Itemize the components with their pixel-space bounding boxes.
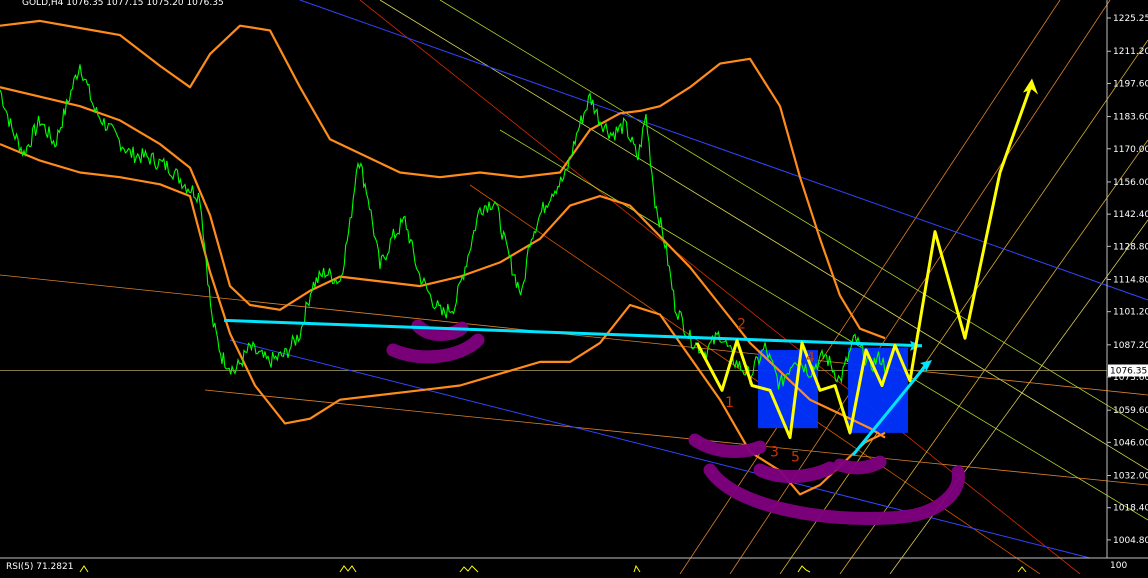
y-tick-label-7: 1128.80 xyxy=(1113,242,1148,252)
y-tick-label-8: 1114.80 xyxy=(1113,275,1148,285)
highlight-mark-4 xyxy=(753,461,837,484)
wave-label-4: 4 xyxy=(806,350,815,366)
y-tick-label-3: 1183.60 xyxy=(1113,113,1148,123)
chart-header-text: GOLD,H4 1076.35 1077.15 1075.20 1076.35 xyxy=(22,0,224,8)
projection-arrowhead xyxy=(1023,78,1038,95)
y-tick-label-14: 1032.00 xyxy=(1113,472,1148,482)
bollinger-bands xyxy=(0,19,886,496)
highlight-mark-0 xyxy=(386,333,485,364)
y-tick-label-10: 1087.20 xyxy=(1113,341,1148,351)
wave-label-1: 1 xyxy=(725,395,734,411)
consolidation-rectangles xyxy=(758,347,908,433)
current-price-label: 1076.35 xyxy=(1110,367,1147,377)
wave-label-5: 5 xyxy=(791,449,800,465)
y-tick-label-4: 1170.00 xyxy=(1113,145,1148,155)
y-tick-label-0: 1225.25 xyxy=(1113,14,1148,24)
current-price-marker: 1076.35 xyxy=(1108,364,1148,377)
highlight-mark-2 xyxy=(688,433,767,458)
highlight-mark-3 xyxy=(703,463,966,526)
y-tick-label-9: 1101.20 xyxy=(1113,308,1148,318)
rsi-label: RSI(5) 71.2821 xyxy=(6,562,73,572)
highlight-mark-5 xyxy=(833,455,887,475)
rsi-indicator-line xyxy=(79,564,1027,573)
y-tick-label-16: 1004.80 xyxy=(1113,536,1148,546)
y-tick-label-1: 1211.20 xyxy=(1113,47,1148,57)
fan-line-6 xyxy=(729,0,1111,575)
bollinger-lower xyxy=(0,143,886,496)
neckline-line xyxy=(223,318,923,348)
y-tick-label-6: 1142.40 xyxy=(1113,210,1148,220)
channel-line-lower xyxy=(229,339,1091,559)
fan-line-11 xyxy=(204,389,1148,486)
channel-line-upper xyxy=(299,0,1148,301)
fan-line-1 xyxy=(469,184,1041,575)
price-chart[interactable]: 1 2 3 4 5 GOLD,H4 1076.35 1077.15 1075.20 10… xyxy=(0,0,1148,575)
wave-label-2: 2 xyxy=(737,317,746,333)
fan-line-3 xyxy=(499,129,1148,521)
y-tick-label-13: 1046.00 xyxy=(1113,438,1148,448)
wave-label-3: 3 xyxy=(770,445,779,461)
y-tick-label-12: 1059.60 xyxy=(1113,406,1148,416)
y-tick-label-2: 1197.60 xyxy=(1113,79,1148,89)
y-tick-label-15: 1018.40 xyxy=(1113,504,1148,514)
rsi-axis-label: 100 xyxy=(1110,561,1127,571)
chart-area[interactable]: 1 2 3 4 5 GOLD,H4 1076.35 1077.15 1075.20 10… xyxy=(0,0,1148,575)
y-tick-label-5: 1156.00 xyxy=(1113,178,1148,188)
